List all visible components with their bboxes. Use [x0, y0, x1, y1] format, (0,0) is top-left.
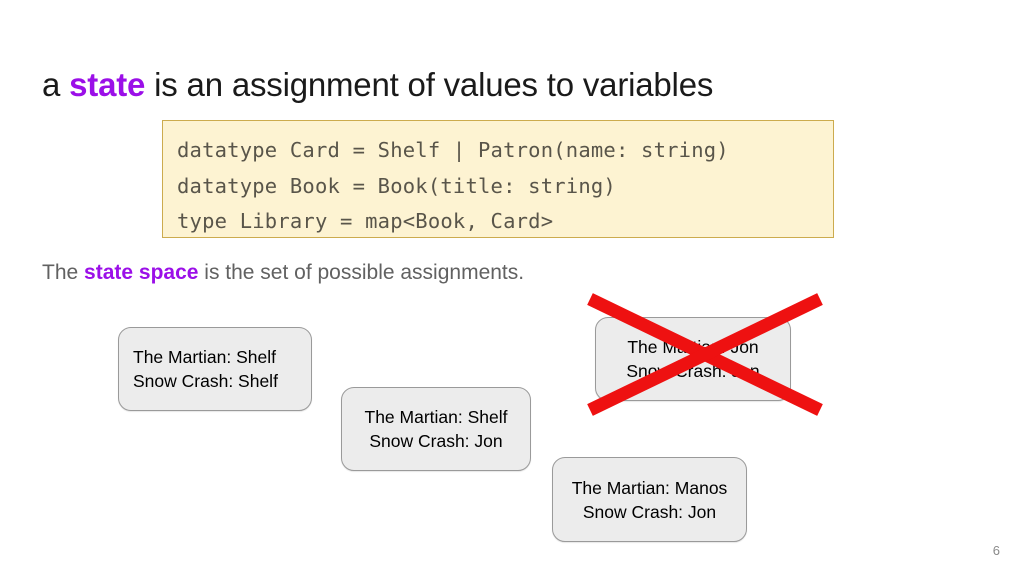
state-box-line-2: Snow Crash: Jon — [582, 501, 717, 522]
code-line-1: datatype Card = Shelf | Patron(name: str… — [177, 138, 729, 162]
state-space-sentence: The state space is the set of possible a… — [42, 259, 524, 287]
state-space-prefix: The — [42, 261, 85, 284]
state-box-line-2: Snow Crash: Jon — [369, 431, 503, 451]
state-box: The Martian: Manos Snow Crash: Jon — [552, 457, 747, 542]
state-box: The Martian: Shelf Snow Crash: Shelf — [118, 327, 312, 411]
page-number: 6 — [992, 543, 1000, 558]
state-box-line-1: The Martian: Manos — [571, 477, 728, 498]
state-space-keyword: state space — [84, 261, 199, 284]
state-box: The Martian: Shelf Snow Crash: Jon — [341, 387, 531, 471]
state-box-line-1: The Martian: Jon — [627, 337, 759, 357]
page-title-prefix: a — [42, 66, 70, 103]
state-box-line-1: The Martian: Shelf — [133, 347, 276, 367]
state-box-line-2: Snow Crash: Jon — [626, 361, 760, 381]
page-title-keyword: state — [69, 66, 146, 103]
state-box-line-2: Snow Crash: Shelf — [133, 371, 278, 391]
state-space-suffix: is the set of possible assignments. — [198, 261, 525, 284]
page-title-suffix: is an assignment of values to variables — [145, 66, 714, 103]
code-line-2: datatype Book = Book(title: string) — [177, 173, 616, 198]
page-title: a state is an assignment of values to va… — [42, 64, 713, 106]
state-box-line-1: The Martian: Shelf — [364, 407, 508, 427]
code-line-3: type Library = map<Book, Card> — [177, 209, 554, 233]
state-box-invalid: The Martian: Jon Snow Crash: Jon — [595, 317, 791, 401]
code-block: datatype Card = Shelf | Patron(name: str… — [162, 120, 834, 238]
